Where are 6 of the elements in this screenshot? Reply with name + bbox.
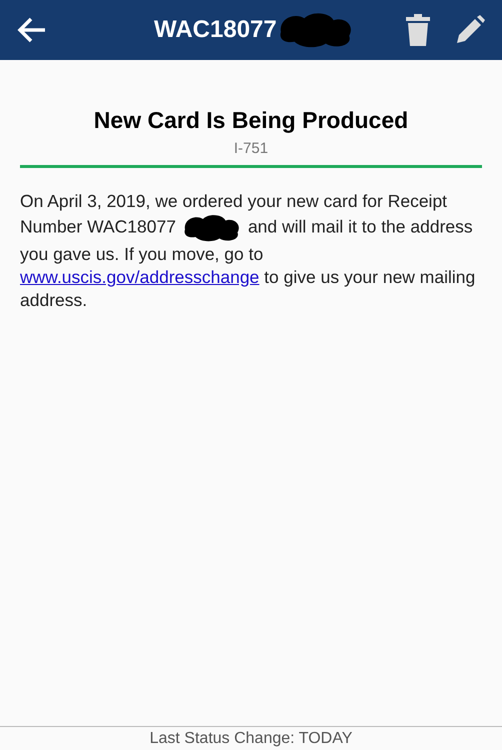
receipt-number: WAC18077	[154, 15, 277, 45]
status-heading: New Card Is Being Produced	[92, 106, 410, 134]
last-status-change: Last Status Change: TODAY	[150, 728, 352, 748]
form-number: I-751	[232, 139, 270, 159]
address-change-link[interactable]: www.uscis.gov/addresschange	[20, 266, 260, 286]
status-message: On April 3, 2019, we ordered your new card for Receipt Number WAC18077 and will mail it to the address you gave us. If you move, go to www.uscis.gov/addresschange to give us your new mailing address.	[20, 190, 476, 312]
